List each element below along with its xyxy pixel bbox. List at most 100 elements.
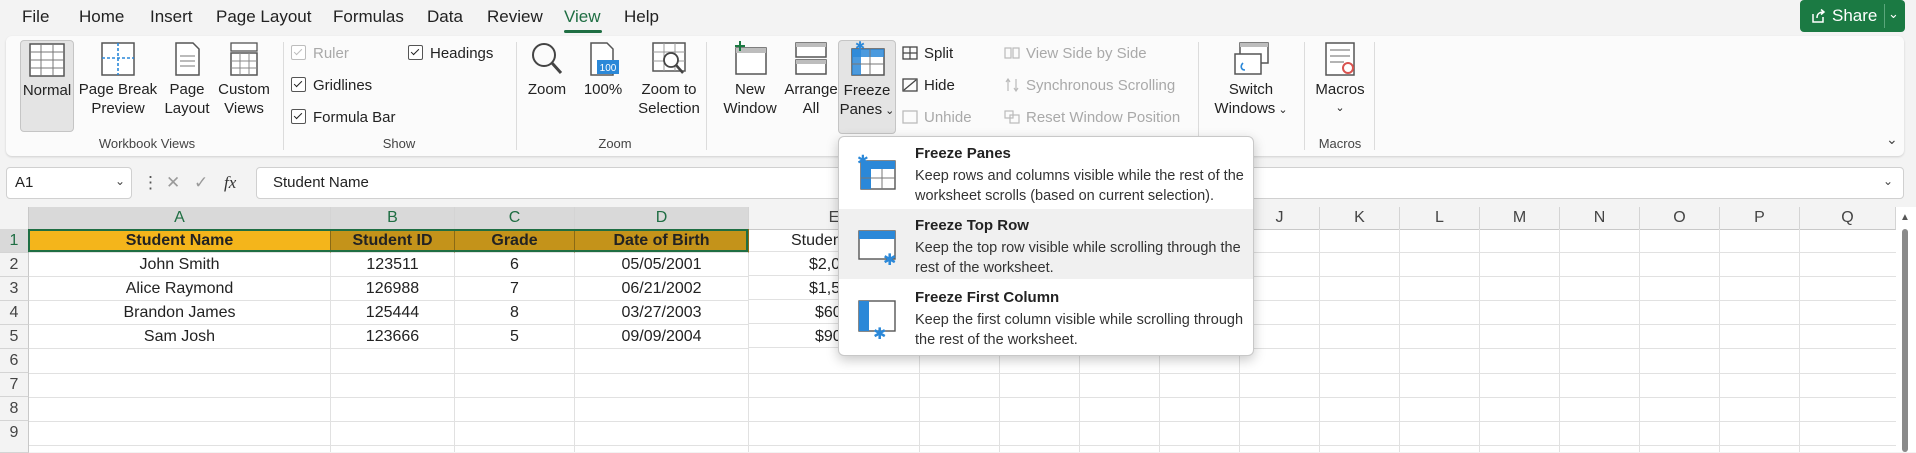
split-button[interactable]: Split <box>902 45 953 62</box>
new-window-button[interactable]: New Window <box>720 40 780 118</box>
enter-icon[interactable]: ✓ <box>194 173 208 193</box>
column-header-a[interactable]: A <box>29 207 331 231</box>
synchronous-scrolling-button[interactable]: Synchronous Scrolling <box>1004 77 1175 94</box>
ruler-label: Ruler <box>313 45 349 62</box>
freeze-panes-label-1: Freeze <box>843 82 891 99</box>
unhide-label: Unhide <box>924 109 972 126</box>
menu-home[interactable]: Home <box>79 7 124 27</box>
zoom-label: Zoom <box>527 81 567 98</box>
page-layout-button[interactable]: Page Layout <box>162 40 212 118</box>
scroll-thumb[interactable] <box>1902 229 1908 452</box>
reset-position-icon <box>1004 110 1020 124</box>
gridlines-checkbox[interactable]: Gridlines <box>291 77 372 94</box>
group-label-macros: Macros <box>1318 136 1362 151</box>
custom-views-label-1: Custom <box>218 81 270 98</box>
zoom-100-label: 100% <box>583 81 623 98</box>
gridlines-label: Gridlines <box>313 77 373 94</box>
menu-data[interactable]: Data <box>427 7 463 27</box>
menu-formulas[interactable]: Formulas <box>333 7 404 27</box>
headings-checkbox[interactable]: Headings <box>408 45 493 62</box>
column-header-k[interactable]: K <box>1320 207 1400 230</box>
row-header-2[interactable]: 2 <box>0 253 29 277</box>
menu-page-layout[interactable]: Page Layout <box>216 7 311 27</box>
checkbox-icon <box>291 77 306 92</box>
name-box[interactable]: A1 ⌄ <box>6 167 132 199</box>
formula-bar-checkbox[interactable]: Formula Bar <box>291 109 396 126</box>
column-header-d[interactable]: D <box>575 207 749 231</box>
ruler-checkbox[interactable]: Ruler <box>291 45 349 62</box>
view-side-by-side-button[interactable]: View Side by Side <box>1004 45 1147 62</box>
freeze-panes-option-title: Freeze Panes <box>915 145 1011 162</box>
headings-label: Headings <box>430 45 494 62</box>
page-break-preview-button[interactable]: Page Break Preview <box>78 40 158 118</box>
row-header-8[interactable]: 8 <box>0 397 29 421</box>
macros-button[interactable]: Macros ⌄ <box>1312 40 1368 118</box>
expand-formula-icon[interactable]: ⌄ <box>1883 174 1893 188</box>
menu-file[interactable]: File <box>22 7 49 27</box>
column-header-b[interactable]: B <box>331 207 455 231</box>
insert-function-icon[interactable]: fx <box>224 173 236 193</box>
freeze-top-row-option[interactable]: ✱ Freeze Top Row Keep the top row visibl… <box>839 209 1253 279</box>
column-header-n[interactable]: N <box>1560 207 1640 230</box>
freeze-panes-button[interactable]: ✱ Freeze Panes ⌄ <box>838 40 896 134</box>
switch-windows-button[interactable]: Switch Windows ⌄ <box>1206 40 1296 120</box>
freeze-first-column-option[interactable]: ✱ Freeze First Column Keep the first col… <box>839 281 1253 351</box>
hide-icon <box>902 78 918 92</box>
row-header-6[interactable]: 6 <box>0 349 29 373</box>
group-label-zoom: Zoom <box>598 136 632 151</box>
column-header-c[interactable]: C <box>455 207 575 231</box>
row-header-4[interactable]: 4 <box>0 301 29 325</box>
checkbox-icon <box>291 109 306 124</box>
column-header-p[interactable]: P <box>1720 207 1800 230</box>
row-header-5[interactable]: 5 <box>0 325 29 349</box>
hide-button[interactable]: Hide <box>902 77 955 94</box>
chevron-down-icon[interactable]: ⌄ <box>1888 6 1899 22</box>
chevron-down-icon: ⌄ <box>882 105 895 117</box>
scroll-up-icon[interactable]: ▲ <box>1900 212 1910 223</box>
vertical-scrollbar[interactable]: ▲ <box>1896 207 1916 452</box>
svg-text:✱: ✱ <box>873 324 886 339</box>
freeze-panes-label-2-wrap: Panes ⌄ <box>839 100 895 121</box>
menu-review[interactable]: Review <box>487 7 543 27</box>
hide-label: Hide <box>924 77 955 94</box>
menu-insert[interactable]: Insert <box>150 7 193 27</box>
row-header-7[interactable]: 7 <box>0 373 29 397</box>
ribbon-separator <box>1374 42 1375 150</box>
freeze-panes-option[interactable]: ✱ Freeze Panes Keep rows and columns vis… <box>839 137 1253 207</box>
checkbox-icon <box>408 45 423 60</box>
macros-icon <box>1325 42 1355 76</box>
row-header-9[interactable]: 9 <box>0 421 29 453</box>
share-button[interactable]: Share ⌄ <box>1800 0 1905 32</box>
ribbon-collapse-icon[interactable]: ⌄ <box>1886 131 1898 148</box>
column-header-l[interactable]: L <box>1400 207 1480 230</box>
sync-scroll-label: Synchronous Scrolling <box>1026 77 1176 94</box>
zoom-selection-label-1: Zoom to <box>641 81 697 98</box>
menu-help[interactable]: Help <box>624 7 659 27</box>
more-options-icon[interactable]: ⋮ <box>142 173 159 193</box>
name-box-value: A1 <box>15 174 34 191</box>
unhide-button[interactable]: Unhide <box>902 109 972 126</box>
zoom-selection-icon <box>652 42 686 74</box>
reset-window-position-button[interactable]: Reset Window Position <box>1004 109 1180 126</box>
column-header-q[interactable]: Q <box>1800 207 1896 230</box>
column-header-m[interactable]: M <box>1480 207 1560 230</box>
svg-text:✱: ✱ <box>857 153 869 169</box>
row-header-1[interactable]: 1 <box>0 229 30 253</box>
zoom-button[interactable]: Zoom <box>524 40 570 99</box>
page-break-label-2: Preview <box>91 100 145 117</box>
column-header-o[interactable]: O <box>1640 207 1720 230</box>
select-all-corner[interactable] <box>0 207 29 230</box>
cancel-icon[interactable]: ✕ <box>166 173 180 193</box>
zoom-100-button[interactable]: 100 100% <box>580 40 626 99</box>
ribbon-separator <box>516 42 517 150</box>
zoom-to-selection-button[interactable]: Zoom to Selection <box>630 40 708 118</box>
row-header-3[interactable]: 3 <box>0 277 29 301</box>
arrange-all-button[interactable]: Arrange All <box>782 40 840 118</box>
menu-view[interactable]: View <box>564 7 601 27</box>
normal-view-button[interactable]: Normal <box>20 40 74 132</box>
page-layout-icon <box>175 42 200 76</box>
arrange-all-label-2: All <box>802 100 820 117</box>
custom-views-button[interactable]: Custom Views <box>214 40 274 118</box>
chevron-down-icon[interactable]: ⌄ <box>115 174 125 188</box>
sync-scroll-icon <box>1005 78 1019 92</box>
